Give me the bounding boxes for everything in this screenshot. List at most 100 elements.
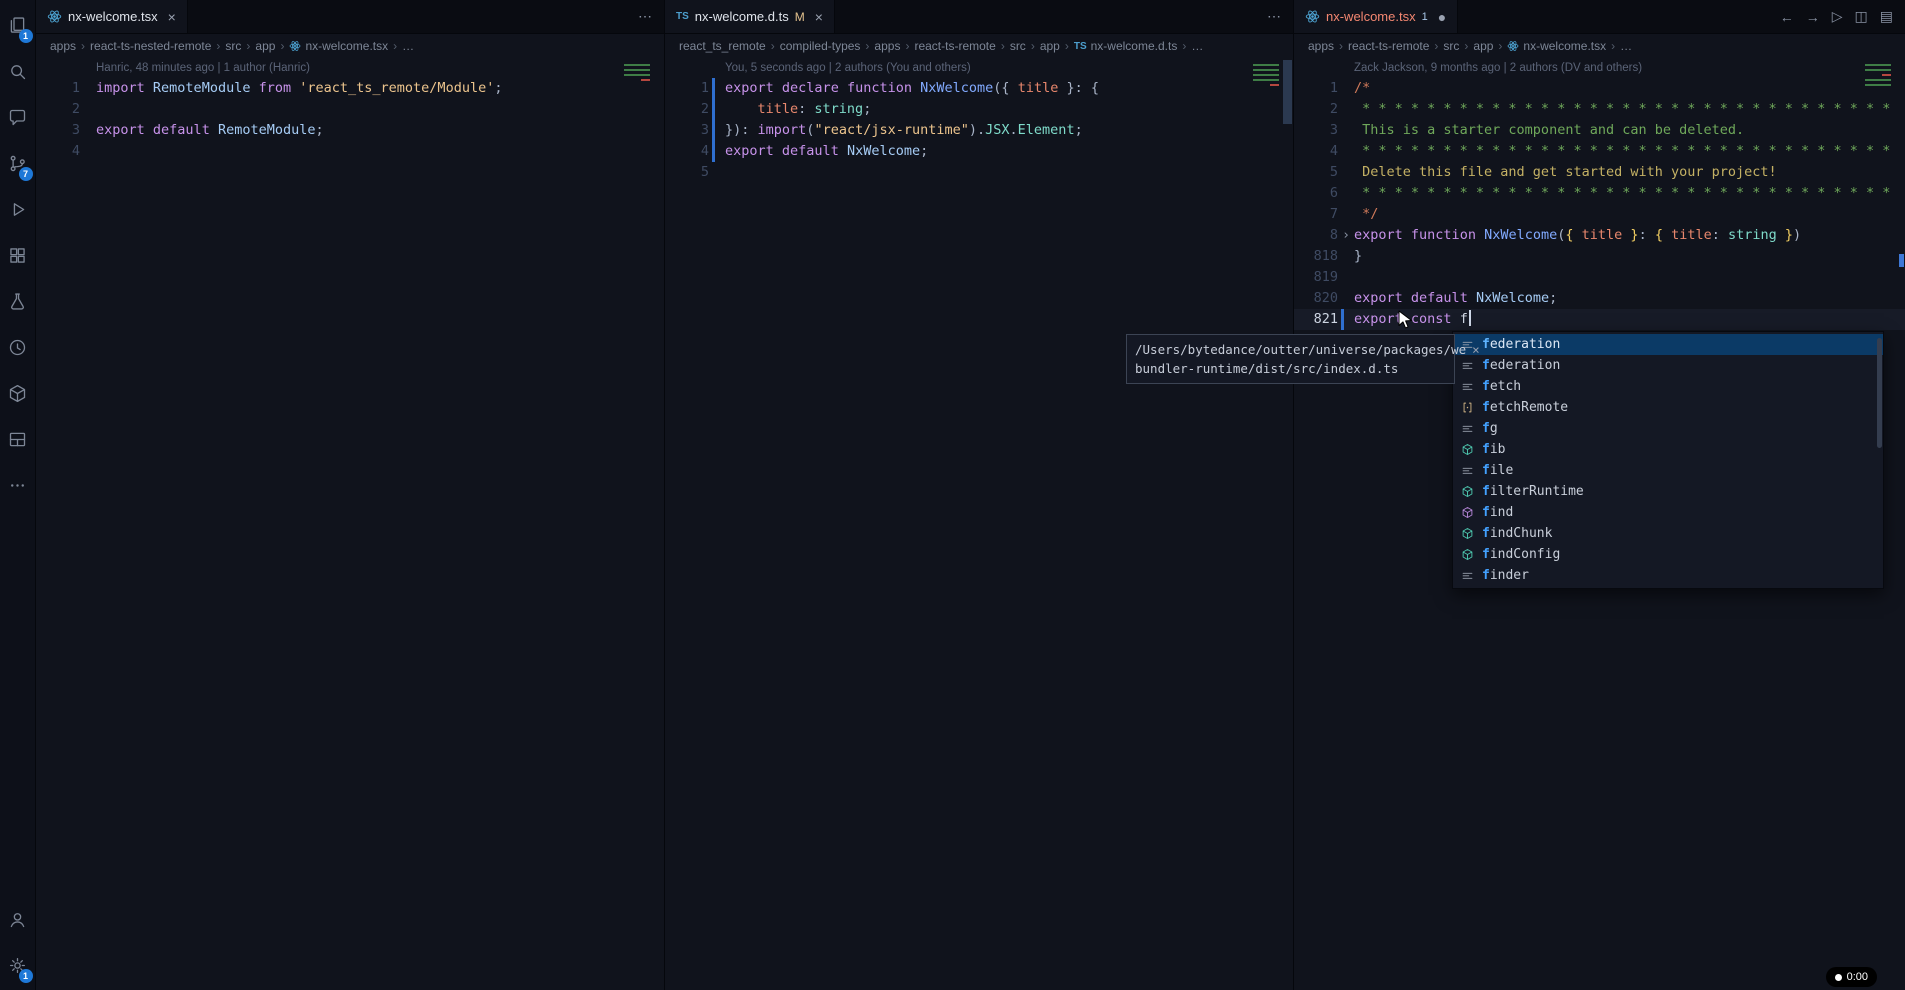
breadcrumb-item[interactable]: app	[1473, 39, 1493, 53]
blame-annotation[interactable]: You, 5 seconds ago | 2 authors (You and …	[665, 58, 1293, 78]
suggest-item-fib[interactable]: fib	[1453, 439, 1883, 460]
suggest-item-fg[interactable]: fg	[1453, 418, 1883, 439]
breadcrumb-item[interactable]: apps	[50, 39, 76, 53]
tab-bar: TSnx-welcome.d.tsM× ⋯	[665, 0, 1293, 34]
activity-testing[interactable]	[0, 278, 36, 324]
line-number: 2	[665, 99, 709, 120]
breadcrumb-item[interactable]: TSnx-welcome.d.ts	[1074, 39, 1177, 53]
source-control-badge: 7	[19, 167, 33, 181]
breadcrumb-item[interactable]: react-ts-remote	[1348, 39, 1429, 53]
activity-settings[interactable]: 1	[0, 942, 36, 988]
activity-source-control[interactable]: 7	[0, 140, 36, 186]
breadcrumb-item[interactable]: react_ts_remote	[679, 39, 766, 53]
breadcrumb-item[interactable]: react-ts-remote	[914, 39, 995, 53]
close-icon[interactable]: ×	[815, 9, 823, 25]
breadcrumb-item[interactable]: apps	[1308, 39, 1334, 53]
code-line-2[interactable]: 2	[36, 99, 664, 120]
code-line-819[interactable]: 819	[1294, 267, 1905, 288]
activity-remote-explorer[interactable]	[0, 370, 36, 416]
close-icon[interactable]: ×	[168, 9, 176, 25]
minimap[interactable]	[616, 64, 650, 84]
breadcrumb[interactable]: apps›react-ts-nested-remote›src›app›nx-w…	[36, 34, 664, 58]
code-line-4[interactable]: 4export default NxWelcome;	[665, 141, 1293, 162]
fold-chevron-icon[interactable]: ›	[1338, 225, 1354, 246]
close-icon[interactable]: ×	[1472, 340, 1480, 359]
breadcrumb-item[interactable]: app	[255, 39, 275, 53]
suggest-item-findChunk[interactable]: findChunk	[1453, 523, 1883, 544]
code-line-4[interactable]: 4 * * * * * * * * * * * * * * * * * * * …	[1294, 141, 1905, 162]
breadcrumb-item[interactable]: apps	[874, 39, 900, 53]
breadcrumb-item[interactable]: react-ts-nested-remote	[90, 39, 211, 53]
code-line-3[interactable]: 3}): import("react/jsx-runtime").JSX.Ele…	[665, 120, 1293, 141]
suggest-item-findConfig[interactable]: findConfig	[1453, 544, 1883, 565]
more-actions-icon[interactable]: ⋯	[1267, 8, 1281, 25]
line-text: title: string;	[725, 99, 1293, 120]
go-back-icon[interactable]: ←	[1780, 9, 1794, 25]
code-line-3[interactable]: 3export default RemoteModule;	[36, 120, 664, 141]
breadcrumb[interactable]: apps›react-ts-remote›src›app›nx-welcome.…	[1294, 34, 1905, 58]
breadcrumb-item[interactable]: …	[1191, 39, 1203, 53]
record-dot-icon	[1835, 974, 1842, 981]
code-line-2[interactable]: 2 title: string;	[665, 99, 1293, 120]
suggest-item-file[interactable]: file	[1453, 460, 1883, 481]
activity-more-tools[interactable]	[0, 462, 36, 508]
activity-panels[interactable]	[0, 416, 36, 462]
code-line-1[interactable]: 1export declare function NxWelcome({ tit…	[665, 78, 1293, 99]
breadcrumb-item[interactable]: nx-welcome.tsx	[1507, 39, 1606, 53]
code-line-6[interactable]: 6 * * * * * * * * * * * * * * * * * * * …	[1294, 183, 1905, 204]
blame-annotation[interactable]: Zack Jackson, 9 months ago | 2 authors (…	[1294, 58, 1905, 78]
breadcrumb[interactable]: react_ts_remote›compiled-types›apps›reac…	[665, 34, 1293, 58]
code-line-3[interactable]: 3 This is a starter component and can be…	[1294, 120, 1905, 141]
dirty-indicator-icon[interactable]: ●	[1438, 9, 1446, 25]
customize-layout-icon[interactable]: ▤	[1880, 8, 1893, 25]
suggest-item-federation[interactable]: federation	[1453, 355, 1883, 376]
minimap[interactable]	[1857, 64, 1891, 89]
code-line-821[interactable]: 821export const f	[1294, 309, 1905, 330]
breadcrumb-item[interactable]: compiled-types	[780, 39, 861, 53]
tab[interactable]: TSnx-welcome.d.tsM×	[665, 0, 835, 33]
suggest-item-find[interactable]: find	[1453, 502, 1883, 523]
scrollbar-thumb[interactable]	[1283, 60, 1292, 124]
activity-timeline[interactable]	[0, 324, 36, 370]
breadcrumb-item[interactable]: app	[1040, 39, 1060, 53]
breadcrumb-item[interactable]: src	[1443, 39, 1459, 53]
suggest-item-finder[interactable]: finder	[1453, 565, 1883, 586]
suggest-item-filterRuntime[interactable]: filterRuntime	[1453, 481, 1883, 502]
activity-run-debug[interactable]	[0, 186, 36, 232]
breadcrumb-item[interactable]: nx-welcome.tsx	[289, 39, 388, 53]
breadcrumb-item[interactable]: …	[1620, 39, 1632, 53]
tab[interactable]: nx-welcome.tsx1●	[1294, 0, 1458, 33]
blame-annotation[interactable]: Hanric, 48 minutes ago | 1 author (Hanri…	[36, 58, 664, 78]
tab[interactable]: nx-welcome.tsx×	[36, 0, 188, 33]
minimap[interactable]	[1245, 64, 1279, 89]
activity-extensions[interactable]	[0, 232, 36, 278]
breadcrumb-item[interactable]: src	[1010, 39, 1026, 53]
go-forward-icon[interactable]: →	[1806, 9, 1820, 25]
code-line-818[interactable]: 818}	[1294, 246, 1905, 267]
code-line-8[interactable]: 8›export function NxWelcome({ title }: {…	[1294, 225, 1905, 246]
line-text: export default NxWelcome;	[725, 141, 1293, 162]
activity-account[interactable]	[0, 896, 36, 942]
code-line-2[interactable]: 2 * * * * * * * * * * * * * * * * * * * …	[1294, 99, 1905, 120]
activity-chat[interactable]	[0, 94, 36, 140]
breadcrumb-separator: ›	[81, 39, 85, 53]
suggest-item-federation[interactable]: federation	[1453, 334, 1883, 355]
split-editor-icon[interactable]: ◫	[1855, 8, 1868, 25]
more-actions-icon[interactable]: ⋯	[638, 8, 652, 25]
suggest-item-fetchRemote[interactable]: fetchRemote	[1453, 397, 1883, 418]
breadcrumb-item[interactable]: …	[402, 39, 414, 53]
activity-search[interactable]	[0, 48, 36, 94]
code-editor[interactable]: You, 5 seconds ago | 2 authors (You and …	[665, 58, 1293, 990]
code-line-7[interactable]: 7 */	[1294, 204, 1905, 225]
breadcrumb-item[interactable]: src	[225, 39, 241, 53]
code-line-5[interactable]: 5	[665, 162, 1293, 183]
code-line-4[interactable]: 4	[36, 141, 664, 162]
code-line-5[interactable]: 5 Delete this file and get started with …	[1294, 162, 1905, 183]
run-icon[interactable]: ▷	[1832, 8, 1843, 25]
code-line-1[interactable]: 1/*	[1294, 78, 1905, 99]
code-editor[interactable]: Hanric, 48 minutes ago | 1 author (Hanri…	[36, 58, 664, 990]
code-line-820[interactable]: 820export default NxWelcome;	[1294, 288, 1905, 309]
activity-explorer[interactable]: 1	[0, 2, 36, 48]
code-line-1[interactable]: 1import RemoteModule from 'react_ts_remo…	[36, 78, 664, 99]
suggest-item-fetch[interactable]: fetch	[1453, 376, 1883, 397]
